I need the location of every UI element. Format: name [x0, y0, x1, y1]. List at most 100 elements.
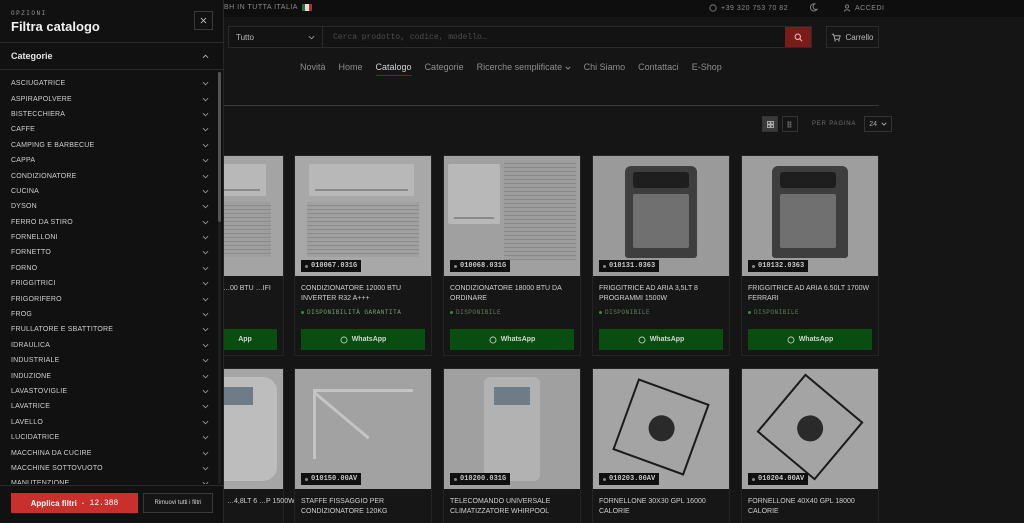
category-label: FORNETTO [11, 249, 51, 257]
category-item[interactable]: LAVELLO [11, 415, 209, 430]
nav-item-categorie[interactable]: Categorie [425, 62, 464, 76]
category-item[interactable]: LUCIDATRICE [11, 430, 209, 445]
per-page-select[interactable]: 24 [864, 116, 893, 132]
login-link[interactable]: ACCEDI [843, 4, 884, 12]
category-item[interactable]: IDRAULICA [11, 338, 209, 353]
category-item[interactable]: INDUZIONE [11, 368, 209, 383]
category-item[interactable]: FRULLATORE E SBATTITORE [11, 322, 209, 337]
category-item[interactable]: CAFFE [11, 122, 209, 137]
shipping-promo: BH IN TUTTA ITALIA [224, 4, 312, 11]
category-item[interactable]: MACCHINE SOTTOVUOTO [11, 461, 209, 476]
categories-section-toggle[interactable]: Categorie [11, 51, 209, 61]
sku-badge: 010203.00AV [599, 473, 660, 485]
filter-drawer: OPZIONI Filtra catalogo Categorie ASCIUG… [0, 0, 224, 523]
product-photo [756, 373, 864, 481]
phone-number: +39 320 753 70 82 [721, 4, 789, 12]
theme-toggle[interactable] [809, 3, 819, 14]
product-title: TELECOMANDO UNIVERSALE CLIMATIZZATORE WH… [450, 498, 551, 515]
category-item[interactable]: MACCHINA DA CUCIRE [11, 445, 209, 460]
chevron-down-icon [202, 174, 209, 178]
apply-filters-label: Applica filtri [30, 498, 77, 508]
product-card[interactable]: 010203.00AV FORNELLONE 30X30 GPL 16000 C… [592, 368, 730, 523]
whatsapp-button[interactable]: WhatsApp [748, 329, 872, 350]
product-card[interactable]: 010150.00AV STAFFE FISSAGGIO PER CONDIZI… [294, 368, 432, 523]
category-item[interactable]: INDUSTRIALE [11, 353, 209, 368]
user-icon [843, 4, 851, 12]
availability-text: DISPONIBILE [456, 309, 502, 316]
product-image: 010204.00AV [742, 369, 878, 489]
chevron-down-icon [202, 312, 209, 317]
sku-dot-icon [603, 477, 606, 481]
category-item[interactable]: LAVASTOVIGLIE [11, 384, 209, 399]
category-item[interactable]: FERRO DA STIRO [11, 215, 209, 230]
search-button[interactable] [785, 27, 811, 47]
category-item[interactable]: CAMPING E BARBECUE [11, 138, 209, 153]
chevron-down-icon [202, 405, 209, 409]
category-label: ASCIUGATRICE [11, 80, 66, 88]
grid-view-button[interactable] [762, 116, 778, 132]
nav-item-contattaci[interactable]: Contattaci [638, 62, 679, 76]
category-item[interactable]: DYSON [11, 199, 209, 214]
close-button[interactable] [194, 11, 213, 30]
whatsapp-button[interactable]: WhatsApp [599, 329, 723, 350]
category-item[interactable]: FORNELLONI [11, 230, 209, 245]
apply-filters-button[interactable]: Applica filtri · 12.388 [11, 493, 138, 513]
sku-dot-icon [305, 477, 308, 481]
chevron-down-icon [202, 266, 209, 271]
sku-badge: 010204.00AV [748, 473, 809, 485]
dense-grid-icon [786, 120, 791, 128]
sku-code: 010204.00AV [758, 475, 805, 483]
scrollbar-thumb[interactable] [218, 72, 221, 222]
sku-dot-icon [454, 477, 457, 481]
product-card[interactable]: 010068.031G CONDIZIONATORE 18000 BTU DA … [443, 155, 581, 356]
chevron-down-icon [202, 466, 209, 471]
whatsapp-button[interactable]: WhatsApp [301, 329, 425, 350]
search-icon [794, 33, 802, 41]
chevron-down-icon [202, 235, 209, 240]
chevron-down-icon [202, 482, 209, 484]
category-item[interactable]: CUCINA [11, 184, 209, 199]
category-item[interactable]: MANUTENZIONE [11, 476, 209, 484]
cart-button[interactable]: Carrello [826, 26, 879, 48]
product-card[interactable]: 010067.031G CONDIZIONATORE 12000 BTU INV… [294, 155, 432, 356]
search-category-select[interactable]: Tutto [229, 27, 323, 47]
category-item[interactable]: FROG [11, 307, 209, 322]
category-item[interactable]: LAVATRICE [11, 399, 209, 414]
category-item[interactable]: FORNO [11, 261, 209, 276]
product-card[interactable]: 010132.0363 FRIGGITRICE AD ARIA 6.50LT 1… [741, 155, 879, 356]
product-card[interactable]: 010200.031G TELECOMANDO UNIVERSALE CLIMA… [443, 368, 581, 523]
per-page-value: 24 [869, 120, 878, 128]
whatsapp-icon [340, 336, 348, 343]
compact-view-button[interactable] [782, 116, 798, 132]
nav-item-catalogo[interactable]: Catalogo [375, 62, 412, 76]
availability-text: DISPONIBILE [605, 309, 651, 316]
category-label: MANUTENZIONE [11, 480, 70, 484]
whatsapp-label: WhatsApp [798, 336, 834, 343]
category-item[interactable]: CAPPA [11, 153, 209, 168]
category-item[interactable]: BISTECCHIERA [11, 107, 209, 122]
category-item[interactable]: FRIGORIFERO [11, 291, 209, 306]
category-item[interactable]: FRIGGITRICI [11, 276, 209, 291]
whatsapp-button[interactable]: WhatsApp [450, 329, 574, 350]
italy-flag-icon [301, 4, 312, 11]
moon-icon [809, 3, 819, 12]
category-item[interactable]: FORNETTO [11, 245, 209, 260]
nav-item-ricerche[interactable]: Ricerche semplificate [477, 62, 571, 76]
remove-all-filters-button[interactable]: Rimuovi tutti i filtri [143, 493, 213, 513]
product-card[interactable]: 010131.0363 FRIGGITRICE AD ARIA 3,5LT 8 … [592, 155, 730, 356]
whatsapp-label: WhatsApp [351, 336, 387, 343]
category-item[interactable]: ASCIUGATRICE [11, 76, 209, 91]
product-card[interactable]: 010204.00AV FORNELLONE 40X40 GPL 18000 C… [741, 368, 879, 523]
nav-item-chi-siamo[interactable]: Chi Siamo [584, 62, 626, 76]
category-item[interactable]: CONDIZIONATORE [11, 168, 209, 183]
scrollbar[interactable] [218, 72, 221, 484]
search-input[interactable] [323, 27, 785, 47]
grid-icon [766, 120, 774, 128]
nav-item-home[interactable]: Home [339, 62, 363, 76]
nav-item-novita[interactable]: Novità [300, 62, 326, 76]
category-item[interactable]: ASPIRAPOLVERE [11, 91, 209, 106]
availability-text: DISPONIBILITÀ GARANTITA [307, 309, 402, 316]
chevron-down-icon [202, 251, 209, 255]
phone-link[interactable]: +39 320 753 70 82 [709, 4, 788, 12]
nav-item-eshop[interactable]: E-Shop [692, 62, 722, 76]
